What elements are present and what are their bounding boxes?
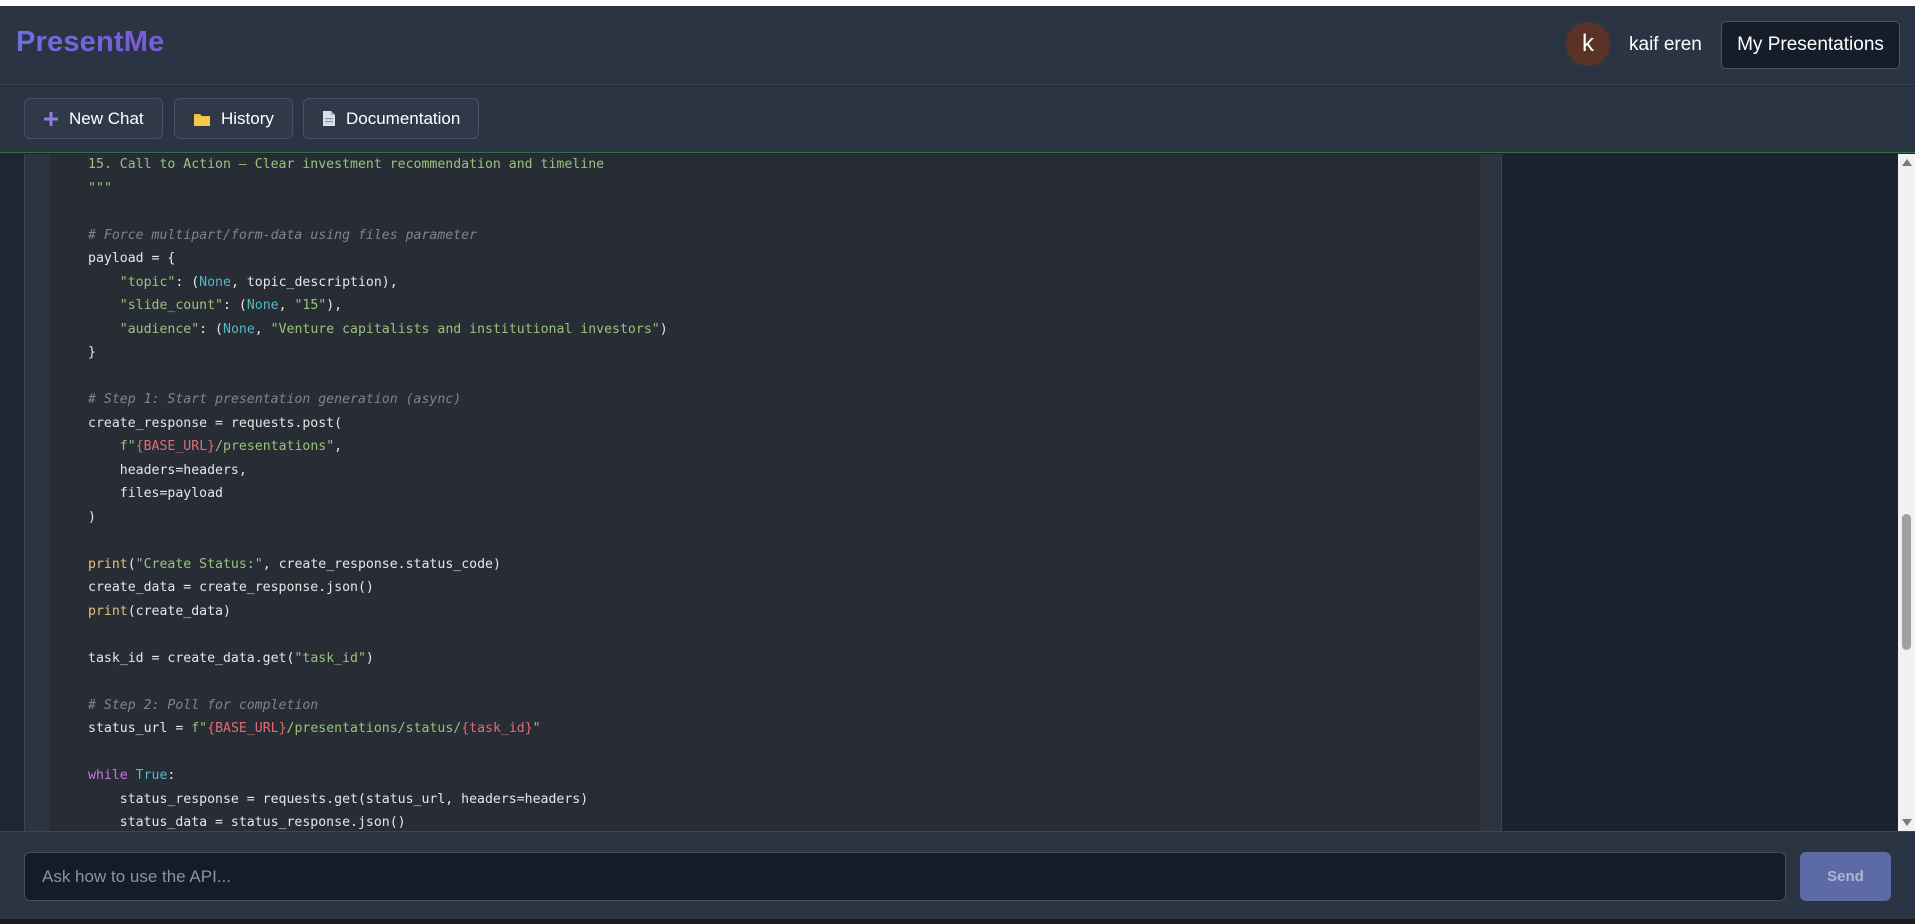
code-line: # Step 1: Start presentation generation … bbox=[88, 392, 462, 407]
code-line: while True: bbox=[88, 768, 176, 783]
code-line: # Force multipart/form-data using files … bbox=[88, 228, 478, 243]
documentation-label: Documentation bbox=[346, 108, 461, 128]
folder-icon bbox=[193, 111, 211, 127]
code-line: f"{BASE_URL}/presentations", bbox=[119, 439, 343, 454]
brand-logo[interactable]: PresentMe bbox=[16, 26, 164, 59]
chat-input[interactable] bbox=[24, 852, 1786, 901]
code-line: files=payload bbox=[88, 486, 223, 501]
code-line: task_id = create_data.get("task_id") bbox=[88, 651, 374, 666]
code-line: "topic": (None, topic_description), bbox=[119, 275, 398, 290]
plus-icon bbox=[43, 111, 59, 127]
taskbar-edge bbox=[0, 919, 1915, 924]
code-line: headers=headers, bbox=[88, 463, 247, 478]
new-chat-label: New Chat bbox=[69, 108, 144, 128]
code-line: status_response = requests.get(status_ur… bbox=[88, 792, 589, 807]
code-line: ) bbox=[88, 510, 96, 525]
code-line: "slide_count": (None, "15"), bbox=[119, 298, 343, 313]
scroll-down-arrow-icon[interactable] bbox=[1902, 819, 1912, 826]
code-line: "audience": (None, "Venture capitalists … bbox=[119, 322, 668, 337]
code-block[interactable]: 15. Call to Action – Clear investment re… bbox=[49, 154, 1480, 831]
side-panel bbox=[1502, 154, 1898, 831]
code-line: """ bbox=[88, 181, 112, 196]
scroll-up-arrow-icon[interactable] bbox=[1902, 159, 1912, 166]
code-line: status_data = status_response.json() bbox=[88, 815, 406, 830]
code-line: print(create_data) bbox=[88, 604, 231, 619]
code-line: } bbox=[88, 345, 96, 360]
scroll-thumb[interactable] bbox=[1902, 514, 1911, 650]
app-window: PresentMe k kaif eren My Presentations N… bbox=[0, 0, 1915, 924]
vertical-scrollbar[interactable] bbox=[1898, 154, 1915, 831]
new-chat-button[interactable]: New Chat bbox=[24, 98, 163, 139]
code-line: status_url = f"{BASE_URL}/presentations/… bbox=[88, 721, 541, 736]
assistant-message-panel: 15. Call to Action – Clear investment re… bbox=[24, 154, 1502, 831]
top-navbar: PresentMe k kaif eren My Presentations bbox=[0, 6, 1915, 85]
code-line: print("Create Status:", create_response.… bbox=[88, 557, 501, 572]
document-icon bbox=[322, 110, 336, 127]
user-avatar[interactable]: k bbox=[1566, 22, 1610, 66]
code-line: payload = { bbox=[88, 251, 176, 266]
code-line: # Step 2: Poll for completion bbox=[88, 698, 319, 713]
history-button[interactable]: History bbox=[174, 98, 293, 139]
documentation-button[interactable]: Documentation bbox=[303, 98, 480, 139]
code-line: create_data = create_response.json() bbox=[88, 580, 374, 595]
code-line: 15. Call to Action – Clear investment re… bbox=[88, 157, 605, 172]
code-line: create_response = requests.post( bbox=[88, 416, 343, 431]
chat-input-bar: Send bbox=[0, 831, 1915, 919]
username-label: kaif eren bbox=[1629, 34, 1702, 55]
send-button[interactable]: Send bbox=[1800, 852, 1891, 901]
my-presentations-button[interactable]: My Presentations bbox=[1721, 21, 1900, 69]
chat-content-area: 15. Call to Action – Clear investment re… bbox=[0, 154, 1915, 831]
chat-toolbar: New Chat History Documentation bbox=[0, 86, 1915, 153]
history-label: History bbox=[221, 108, 274, 128]
